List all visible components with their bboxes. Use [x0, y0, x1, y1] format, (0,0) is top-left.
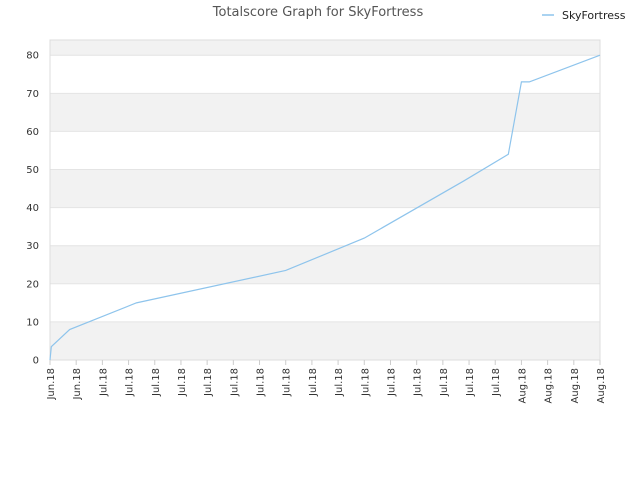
x-tick-label: Jul.18	[256, 368, 267, 397]
x-tick-label: Jul.18	[177, 368, 188, 397]
y-tick-label: 0	[33, 356, 39, 367]
grid-band	[50, 245, 600, 284]
x-tick-label: Aug.18	[596, 368, 607, 403]
grid-bands	[50, 40, 600, 361]
grid-band	[50, 55, 600, 94]
x-tick-label: Jul.18	[308, 368, 319, 397]
x-tick-label: Aug.18	[544, 368, 555, 403]
x-tick-label: Jul.18	[229, 368, 240, 397]
x-tick-label: Jul.18	[491, 368, 502, 397]
x-tick-label: Jun.18	[46, 368, 57, 401]
chart-title: Totalscore Graph for SkyFortress	[212, 5, 424, 20]
legend: SkyFortress	[542, 9, 626, 22]
y-tick-label: 50	[26, 165, 39, 176]
y-tick-label: 70	[26, 89, 39, 100]
grid-band	[50, 131, 600, 170]
grid-band	[50, 283, 600, 322]
y-tick-label: 40	[26, 203, 39, 214]
x-tick-label: Jul.18	[151, 368, 162, 397]
grid-band	[50, 321, 600, 360]
y-tick-label: 20	[26, 279, 39, 290]
x-tick-label: Jul.18	[386, 368, 397, 397]
x-tick-label: Aug.18	[570, 368, 581, 403]
x-tick-label: Jul.18	[413, 368, 424, 397]
x-axis-ticks: Jun.18 Jun.18 Jul.18 Jul.18 Jul.18 Jul.18 Jul.…	[46, 360, 607, 403]
chart: Totalscore Graph for SkyFortress SkyFort…	[26, 5, 626, 403]
legend-label: SkyFortress	[562, 9, 626, 22]
grid-band	[50, 169, 600, 208]
x-tick-label: Jul.18	[203, 368, 214, 397]
y-tick-label: 80	[26, 51, 39, 62]
grid-band	[50, 40, 600, 56]
x-tick-label: Jul.18	[334, 368, 345, 397]
x-tick-label: Jul.18	[360, 368, 371, 397]
y-tick-label: 60	[26, 127, 39, 138]
x-tick-label: Jul.18	[98, 368, 109, 397]
x-tick-label: Jun.18	[72, 368, 83, 401]
x-tick-label: Jul.18	[465, 368, 476, 397]
y-tick-label: 30	[26, 241, 39, 252]
x-tick-label: Jul.18	[439, 368, 450, 397]
y-tick-label: 10	[26, 317, 39, 328]
grid-band	[50, 207, 600, 246]
y-axis-ticks: 0 10 20 30 40 50 60 70 80	[26, 51, 39, 367]
x-tick-label: Aug.18	[517, 368, 528, 403]
x-tick-label: Jul.18	[125, 368, 136, 397]
x-tick-label: Jul.18	[282, 368, 293, 397]
grid-band	[50, 93, 600, 132]
